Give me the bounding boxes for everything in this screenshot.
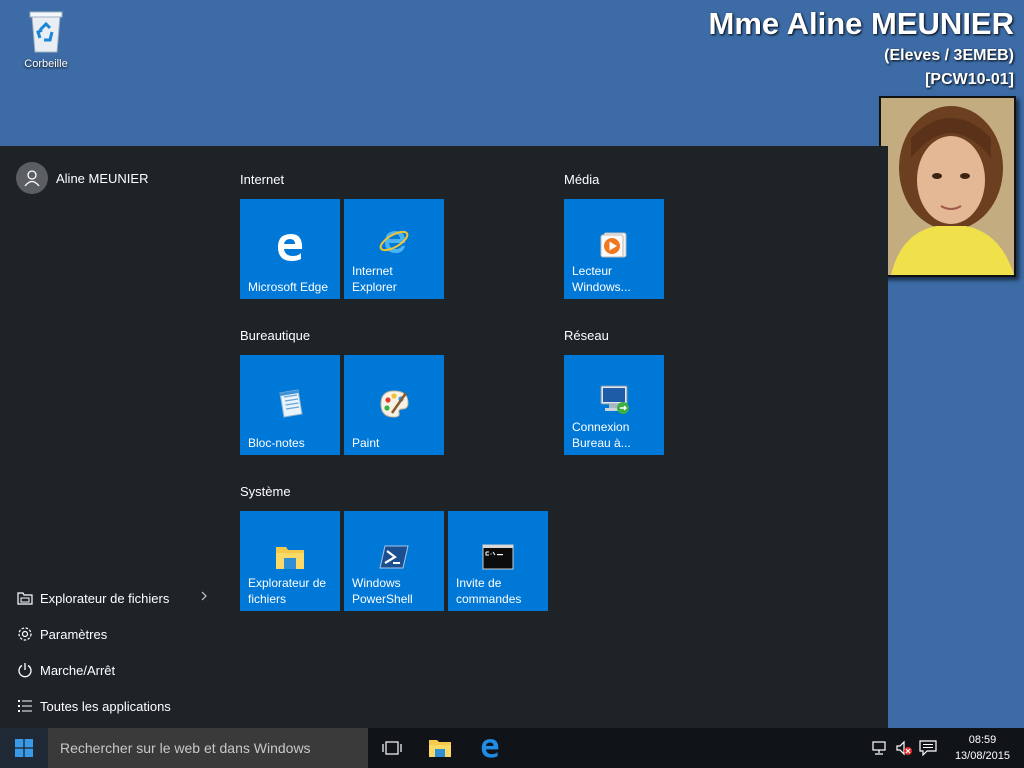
tile-remote-desktop[interactable]: Connexion Bureau à...	[564, 355, 664, 455]
file-explorer-icon	[429, 740, 451, 757]
banner-user-name: Mme Aline MEUNIER	[708, 6, 1014, 41]
banner-computer: [PCW10-01]	[925, 71, 1014, 88]
volume-muted-icon	[896, 740, 912, 756]
group-title-bureautique: Bureautique	[240, 328, 311, 343]
tile-file-explorer[interactable]: Explorateur de fichiers	[240, 511, 340, 611]
tile-powershell[interactable]: Windows PowerShell	[344, 511, 444, 611]
start-user-account[interactable]: Aline MEUNIER	[16, 162, 148, 194]
tile-paint[interactable]: Paint	[344, 355, 444, 455]
internet-explorer-icon	[379, 230, 409, 253]
notification-icon	[919, 740, 937, 756]
side-item-label: Marche/Arrêt	[40, 662, 116, 678]
side-item-all-apps[interactable]: Toutes les applications	[0, 688, 224, 724]
paint-palette-icon	[380, 390, 409, 418]
side-item-settings[interactable]: Paramètres	[0, 616, 224, 652]
side-item-file-explorer[interactable]: Explorateur de fichiers	[0, 580, 224, 616]
group-title-internet: Internet	[240, 172, 285, 187]
user-photo	[879, 96, 1016, 277]
tile-notepad[interactable]: Bloc-notes	[240, 355, 340, 455]
tile-command-prompt[interactable]: Invite de commandes	[448, 511, 548, 611]
side-item-label: Explorateur de fichiers	[40, 590, 170, 606]
gear-icon	[16, 625, 34, 643]
clock-date: 13/08/2015	[954, 750, 1010, 762]
edge-icon	[481, 739, 499, 758]
side-item-label: Paramètres	[40, 626, 108, 642]
taskbar: Rechercher sur le web et dans Windows 08…	[0, 728, 1024, 768]
tile-microsoft-edge[interactable]: Microsoft Edge	[240, 199, 340, 299]
tile-label: Internet Explorer	[352, 264, 397, 294]
recycle-bin-label: Corbeille	[24, 58, 68, 70]
tile-label: Lecteur Windows...	[572, 264, 631, 294]
start-user-name: Aline MEUNIER	[56, 170, 149, 186]
tile-windows-media-player[interactable]: Lecteur Windows...	[564, 199, 664, 299]
clock-time: 08:59	[968, 734, 997, 746]
command-prompt-icon	[482, 544, 514, 570]
notepad-icon	[279, 389, 303, 418]
taskbar-edge[interactable]	[466, 728, 514, 768]
powershell-icon	[379, 545, 409, 569]
action-center-button[interactable]	[918, 738, 938, 758]
media-player-icon	[600, 232, 627, 258]
folder-icon	[16, 589, 34, 607]
list-icon	[16, 697, 34, 715]
edge-icon	[278, 234, 303, 261]
volume-tray-button[interactable]	[894, 738, 914, 758]
remote-desktop-icon	[600, 385, 629, 414]
file-explorer-icon	[276, 547, 304, 569]
side-item-label: Toutes les applications	[40, 698, 171, 714]
tile-label: Bloc-notes	[248, 436, 305, 450]
group-title-media: Média	[564, 172, 600, 187]
recycle-bin-icon	[29, 11, 63, 53]
group-title-systeme: Système	[240, 484, 291, 499]
user-banner: Mme Aline MEUNIER (Eleves / 3EMEB) [PCW1…	[709, 4, 1014, 92]
tile-label: Invite de commandes	[456, 576, 522, 606]
tile-label: Windows PowerShell	[352, 576, 413, 606]
user-avatar-icon	[16, 162, 48, 194]
tile-internet-explorer[interactable]: Internet Explorer	[344, 199, 444, 299]
start-side-list: Explorateur de fichiers Paramètres March…	[0, 580, 224, 724]
task-view-button[interactable]	[368, 728, 416, 768]
group-title-reseau: Réseau	[564, 328, 609, 343]
windows-logo-icon	[15, 739, 33, 757]
taskbar-file-explorer[interactable]	[416, 728, 464, 768]
chevron-right-icon[interactable]	[200, 590, 208, 605]
network-tray-button[interactable]	[870, 738, 890, 758]
side-item-power[interactable]: Marche/Arrêt	[0, 652, 224, 688]
recycle-bin-shortcut[interactable]: Corbeille	[14, 8, 78, 70]
start-button[interactable]	[0, 728, 48, 768]
tile-label: Paint	[352, 436, 380, 450]
tile-label: Microsoft Edge	[248, 280, 329, 294]
task-view-icon	[382, 741, 402, 755]
tile-label: Connexion Bureau à...	[572, 420, 631, 450]
taskbar-clock[interactable]: 08:59 13/08/2015	[955, 732, 1010, 764]
network-icon	[872, 741, 886, 755]
tile-label: Explorateur de fichiers	[248, 576, 327, 606]
banner-group: (Eleves / 3EMEB)	[884, 47, 1014, 64]
taskbar-search-input[interactable]: Rechercher sur le web et dans Windows	[48, 728, 368, 768]
power-icon	[16, 661, 34, 679]
start-menu: Aline MEUNIER Explorateur de fichiers Pa…	[0, 146, 888, 728]
